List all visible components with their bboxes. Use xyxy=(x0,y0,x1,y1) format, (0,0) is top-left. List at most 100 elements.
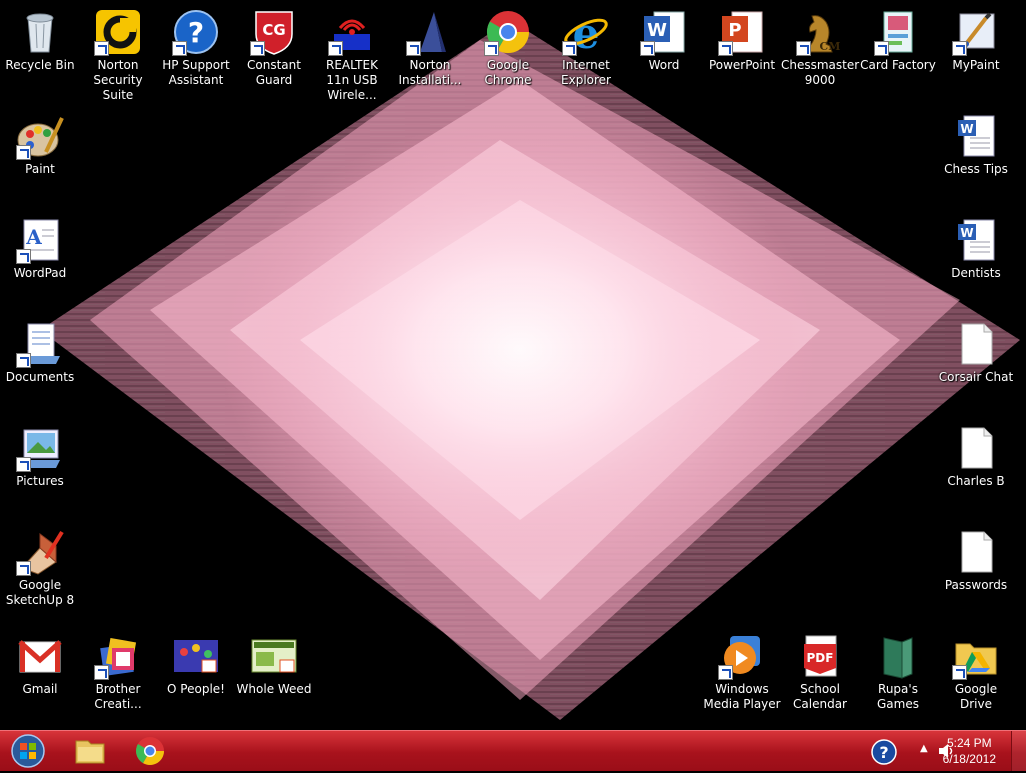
desktop-icon-word[interactable]: W Word xyxy=(625,4,703,73)
desktop-icon-label: Gmail xyxy=(22,682,58,696)
desktop-icon-o-people[interactable]: O People! xyxy=(157,628,235,697)
desktop-icon-corsair-chat[interactable]: Corsair Chat xyxy=(937,316,1015,385)
clock[interactable]: 5:24 PM 6/18/2012 xyxy=(943,735,996,767)
svg-text:CG: CG xyxy=(262,21,285,39)
windows-orb-icon xyxy=(11,734,45,768)
shortcut-arrow-icon xyxy=(952,41,967,56)
desktop-icon-label: PowerPoint xyxy=(708,58,776,72)
shortcut-arrow-icon xyxy=(16,249,31,264)
card-factory-icon xyxy=(874,8,922,56)
desktop-icon-label: Word xyxy=(648,58,680,72)
desktop-icon-school-calendar[interactable]: PDF School Calendar xyxy=(781,628,859,712)
taskbar-chrome[interactable] xyxy=(124,733,176,769)
desktop-icon-label: Norton Installati... xyxy=(398,58,462,87)
shortcut-arrow-icon xyxy=(874,41,889,56)
shortcut-arrow-icon xyxy=(718,665,733,680)
shortcut-arrow-icon xyxy=(94,41,109,56)
shortcut-arrow-icon xyxy=(16,561,31,576)
desktop-icon-constant-guard[interactable]: CG Constant Guard xyxy=(235,4,313,88)
desktop-icon-pictures[interactable]: Pictures xyxy=(1,420,79,489)
desktop-icon-rupas-games[interactable]: Rupa's Games xyxy=(859,628,937,712)
shortcut-arrow-icon xyxy=(94,665,109,680)
desktop-icon-label: Constant Guard xyxy=(247,58,301,87)
desktop-icon-mypaint[interactable]: MyPaint xyxy=(937,4,1015,73)
desktop-icon-label: Pictures xyxy=(16,474,64,488)
desktop-icon-label: Rupa's Games xyxy=(877,682,919,711)
shortcut-arrow-icon xyxy=(16,145,31,160)
svg-text:?: ? xyxy=(879,743,888,762)
desktop-icon-internet-explorer[interactable]: e Internet Explorer xyxy=(547,4,625,88)
desktop-icon-label: Norton Security Suite xyxy=(93,58,143,102)
desktop-icon-chessmaster-9000[interactable]: CM Chessmaster 9000 xyxy=(781,4,859,88)
sketchup-icon xyxy=(16,528,64,576)
taskbar-file-explorer[interactable] xyxy=(64,733,116,769)
svg-text:?: ? xyxy=(188,16,204,49)
shortcut-arrow-icon xyxy=(952,665,967,680)
desktop-icon-recycle-bin[interactable]: Recycle Bin xyxy=(1,4,79,73)
desktop-icon-brother-creative[interactable]: Brother Creati... xyxy=(79,628,157,712)
ie-icon: e xyxy=(562,8,610,56)
wordpad-icon: A xyxy=(16,216,64,264)
shortcut-arrow-icon xyxy=(562,41,577,56)
brother-icon xyxy=(94,632,142,680)
shortcut-arrow-icon xyxy=(16,457,31,472)
shortcut-arrow-icon xyxy=(718,41,733,56)
desktop-icon-label: Google SketchUp 8 xyxy=(5,578,75,607)
action-center-icon[interactable]: ? xyxy=(870,737,900,767)
desktop-icon-whole-weed[interactable]: Whole Weed xyxy=(235,628,313,697)
show-hidden-icons-icon[interactable]: ▲ xyxy=(920,743,928,754)
desktop-icon-label: Google Chrome xyxy=(484,58,532,87)
desktop-icon-label: HP Support Assistant xyxy=(162,58,230,87)
desktop-icon-label: Passwords xyxy=(944,578,1008,592)
hp-support-icon: ? xyxy=(172,8,220,56)
documents-icon xyxy=(16,320,64,368)
svg-text:W: W xyxy=(960,226,973,240)
recycle-bin-icon xyxy=(16,8,64,56)
desktop-icon-charles-b[interactable]: Charles B xyxy=(937,420,1015,489)
file-explorer-icon xyxy=(75,740,105,764)
text-file-icon xyxy=(952,320,1000,368)
shortcut-arrow-icon xyxy=(484,41,499,56)
constant-guard-icon: CG xyxy=(250,8,298,56)
desktop-icon-passwords[interactable]: Passwords xyxy=(937,524,1015,593)
chessmaster-icon: CM xyxy=(796,8,844,56)
norton-icon xyxy=(94,8,142,56)
svg-text:P: P xyxy=(728,20,741,41)
show-desktop-button[interactable] xyxy=(1011,731,1026,771)
desktop-icon-google-chrome[interactable]: Google Chrome xyxy=(469,4,547,88)
desktop-wallpaper xyxy=(0,0,1026,730)
desktop-icon-dentists[interactable]: W Dentists xyxy=(937,212,1015,281)
desktop-icon-label: Documents xyxy=(5,370,75,384)
desktop-icon-norton-installation[interactable]: Norton Installati... xyxy=(391,4,469,88)
desktop-icon-documents[interactable]: Documents xyxy=(1,316,79,385)
paint-icon xyxy=(16,112,64,160)
desktop-icon-google-sketchup[interactable]: Google SketchUp 8 xyxy=(1,524,79,608)
desktop-icon-card-factory[interactable]: Card Factory xyxy=(859,4,937,73)
desktop-icon-paint[interactable]: Paint xyxy=(1,108,79,177)
desktop-icon-hp-support-assistant[interactable]: ? HP Support Assistant xyxy=(157,4,235,88)
shortcut-arrow-icon xyxy=(640,41,655,56)
system-tray: ? ▲ 5:24 PM 6/18/2012 xyxy=(826,731,1026,771)
pictures-icon xyxy=(16,424,64,472)
desktop-icon-google-drive[interactable]: Google Drive xyxy=(937,628,1015,712)
text-file-icon xyxy=(952,424,1000,472)
desktop-icon-norton-security-suite[interactable]: Norton Security Suite xyxy=(79,4,157,103)
desktop-icon-chess-tips[interactable]: W Chess Tips xyxy=(937,108,1015,177)
desktop-icon-windows-media-player[interactable]: Windows Media Player xyxy=(703,628,781,712)
start-button[interactable] xyxy=(6,733,50,769)
word-icon: W xyxy=(640,8,688,56)
chrome-icon xyxy=(136,737,164,765)
google-drive-icon xyxy=(952,632,1000,680)
desktop-icon-label: Card Factory xyxy=(860,58,936,72)
desktop-icon-powerpoint[interactable]: P PowerPoint xyxy=(703,4,781,73)
svg-text:CM: CM xyxy=(820,40,841,53)
media-player-icon xyxy=(718,632,766,680)
desktop-icon-realtek-wireless[interactable]: REALTEK 11n USB Wirele... xyxy=(313,4,391,103)
shortcut-arrow-icon xyxy=(796,41,811,56)
desktop-icon-wordpad[interactable]: A WordPad xyxy=(1,212,79,281)
chrome-icon xyxy=(484,8,532,56)
desktop-icon-label: Corsair Chat xyxy=(938,370,1014,384)
word-doc-icon: W xyxy=(952,216,1000,264)
shortcut-arrow-icon xyxy=(406,41,421,56)
desktop-icon-gmail[interactable]: Gmail xyxy=(1,628,79,697)
